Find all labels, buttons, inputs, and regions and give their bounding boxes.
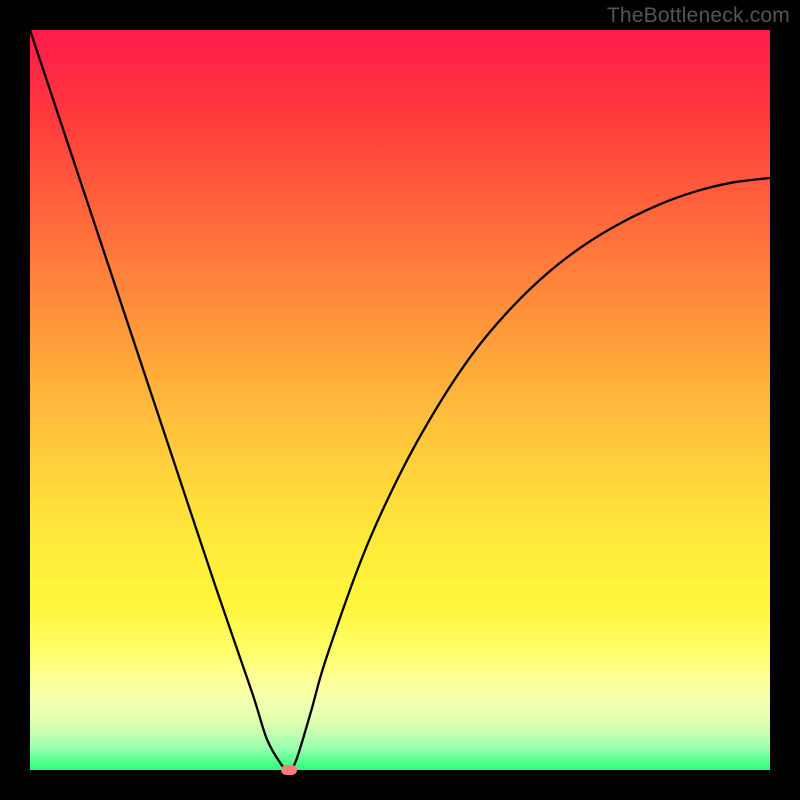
curve-svg <box>30 30 770 770</box>
chart-frame: TheBottleneck.com <box>0 0 800 800</box>
attribution-text: TheBottleneck.com <box>607 4 790 28</box>
plot-area <box>30 30 770 770</box>
optimal-point-marker <box>281 765 297 775</box>
bottleneck-curve <box>30 30 770 770</box>
